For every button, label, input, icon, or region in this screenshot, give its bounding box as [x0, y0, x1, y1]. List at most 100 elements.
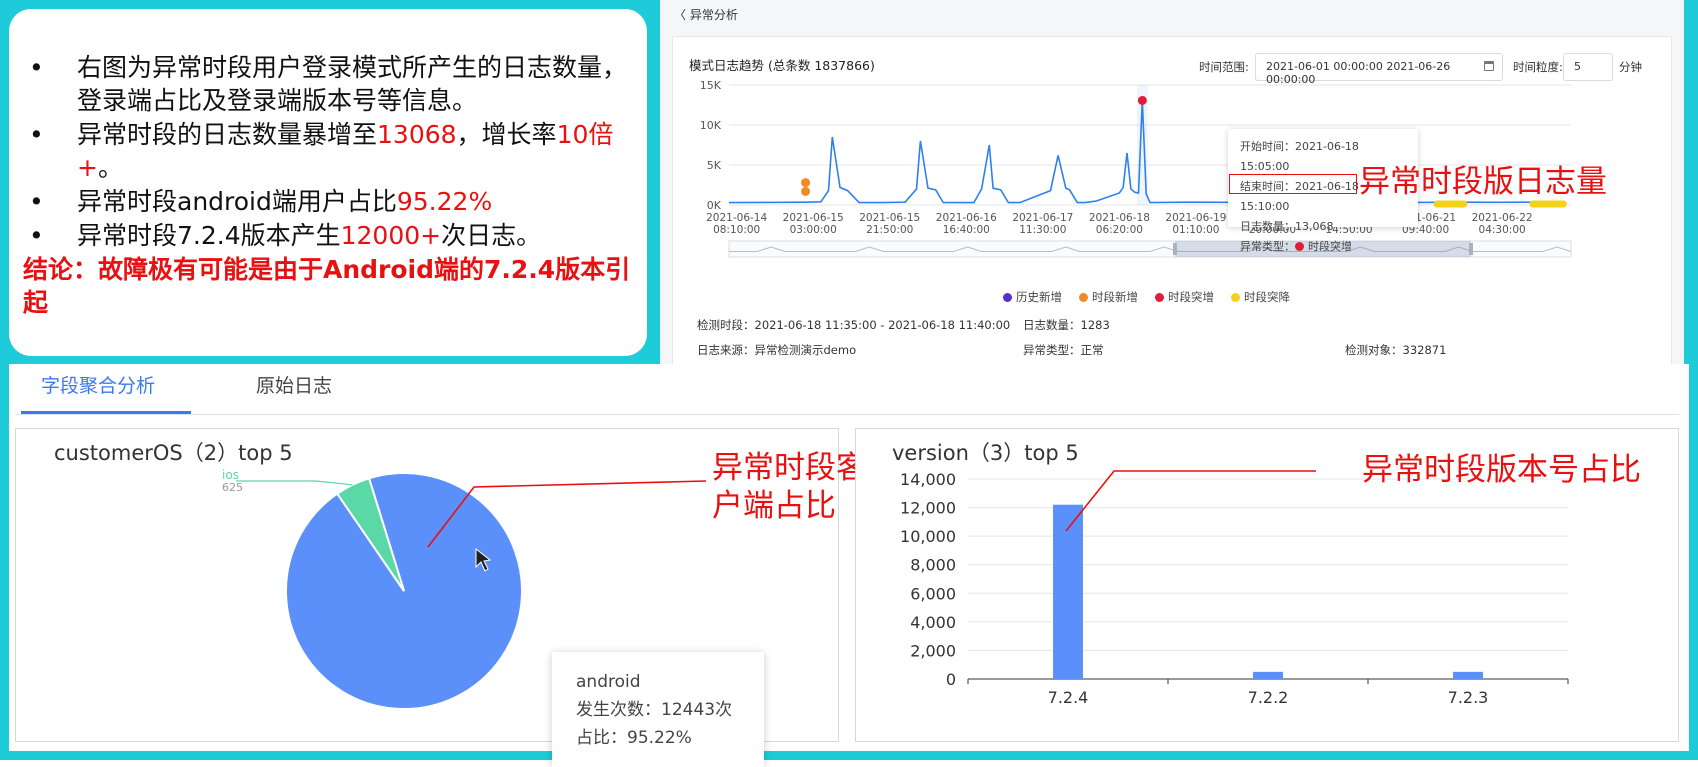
highlight-box	[1229, 174, 1357, 194]
bullet-text: 异常时段的日志数量暴增至	[77, 120, 378, 149]
legend-dot	[1231, 293, 1240, 302]
x-tick-label: 2021-06-16	[936, 212, 997, 224]
x-tick-label: 7.2.3	[1448, 688, 1489, 707]
surge-dot	[1295, 242, 1304, 251]
legend-label: 时段突降	[1244, 290, 1290, 304]
summary-bullet: 异常时段7.2.4版本产生12000+次日志。	[23, 219, 637, 252]
slider-handle-left	[1173, 243, 1177, 255]
tab-field-aggregation[interactable]: 字段聚合分析	[41, 371, 155, 398]
y-tick-label: 0K	[707, 199, 722, 212]
active-tab-indicator	[21, 411, 191, 414]
x-tick-label: 2021-06-22	[1472, 212, 1533, 224]
conclusion-text: 结论：故障极有可能是由于Android端的7.2.4版本引起	[23, 255, 631, 317]
pie-tooltip: android 发生次数：12443次 占比：95.22%	[552, 652, 764, 767]
log-source: 日志来源：异常检测演示demo	[697, 343, 857, 357]
tooltip-type-label: 异常类型：	[1240, 240, 1295, 253]
client-share-annotation-2: 户端占比	[712, 488, 836, 524]
bullet-text: ，增长率	[456, 120, 557, 149]
legend-item-period-drop[interactable]: 时段突降	[1231, 289, 1290, 305]
trend-card: 模式日志趋势 (总条数 1837866) 时间范围: 2021-06-01 00…	[672, 36, 1672, 366]
bullet-text: 异常时段android端用户占比	[77, 187, 397, 216]
y-tick-label: 15K	[700, 79, 722, 92]
y-tick-label: 10K	[700, 119, 722, 132]
pie-tooltip-ratio: 占比：95.22%	[576, 728, 692, 748]
summary-bullet: 异常时段的日志数量暴增至13068，增长率10倍+。	[23, 118, 637, 184]
x-tick-label: 2021-06-18	[1089, 212, 1150, 224]
legend-label: 历史新增	[1016, 290, 1062, 304]
y-tick-label: 4,000	[910, 613, 956, 632]
log-volume-annotation: 异常时段版日志量	[1359, 164, 1607, 200]
tab-bar: 字段聚合分析 原始日志	[15, 364, 1679, 415]
detect-period: 检测时段：2021-06-18 11:35:00 - 2021-06-18 11…	[697, 318, 1011, 332]
y-tick-label: 5K	[707, 159, 722, 172]
legend-label: 时段突增	[1168, 290, 1214, 304]
tooltip-count: 日志数量：13,068	[1240, 220, 1334, 233]
legend-dot	[1079, 293, 1088, 302]
customeros-card: customerOS（2）top 5 ios62512443 异常时段客 户端占…	[15, 428, 867, 767]
annotation-pointer	[1065, 470, 1316, 532]
x-tick-label: 04:30:00	[1479, 224, 1526, 236]
bullet-text: 异常时段7.2.4版本产生	[77, 221, 341, 250]
version-share-annotation: 异常时段版本号占比	[1362, 452, 1641, 488]
x-tick-label: 08:10:00	[713, 224, 760, 236]
x-tick-label: 2021-06-15	[783, 212, 844, 224]
x-tick-label: 21:50:00	[866, 224, 913, 236]
x-tick-label: 06:20:00	[1096, 224, 1143, 236]
ios-leader-line	[236, 480, 353, 486]
summary-bullet: 右图为异常时段用户登录模式所产生的日志数量，登录端占比及登录端版本号等信息。	[23, 51, 637, 117]
x-tick-label: 16:40:00	[943, 224, 990, 236]
x-tick-label: 2021-06-17	[1012, 212, 1073, 224]
anomaly-type: 异常类型：正常	[1023, 343, 1104, 357]
y-tick-label: 6,000	[910, 584, 956, 603]
x-tick-label: 01:10:00	[1172, 224, 1219, 236]
y-tick-label: 14,000	[900, 470, 956, 489]
x-tick-label: 2021-06-19	[1165, 212, 1226, 224]
anomaly-marker	[801, 186, 811, 196]
x-tick-label: 11:30:00	[1019, 224, 1066, 236]
slider-handle-right	[1469, 243, 1473, 255]
y-tick-label: 12,000	[900, 499, 956, 518]
version-card: version（3）top 5 0 2,000 4,000 6,000 8,000 10,…	[855, 428, 1679, 742]
ios-label: ios	[222, 468, 239, 482]
summary-bullets: 右图为异常时段用户登录模式所产生的日志数量，登录端占比及登录端版本号等信息。 异…	[23, 51, 637, 252]
tab-raw-logs[interactable]: 原始日志	[256, 371, 332, 398]
y-tick-label: 2,000	[910, 641, 956, 660]
field-analysis-panel: 字段聚合分析 原始日志 customerOS（2）top 5 ios625124…	[9, 364, 1689, 767]
tooltip-type: 异常类型： 时段突增	[1240, 237, 1406, 257]
legend-item-history-new[interactable]: 历史新增	[1003, 289, 1062, 305]
ios-value-label: 625	[222, 481, 243, 494]
summary-bullet: 异常时段android端用户占比95.22%	[23, 185, 637, 218]
bullet-highlight: 13068	[377, 120, 457, 149]
bullet-text: 右图为异常时段用户登录模式所产生的日志数量，登录端占比及登录端版本号等信息。	[77, 53, 628, 115]
anomaly-marker	[1137, 95, 1147, 105]
legend-dot	[1003, 293, 1012, 302]
x-tick-label: 03:00:00	[790, 224, 837, 236]
tooltip-type-value: 时段突增	[1308, 240, 1352, 253]
legend-item-period-surge[interactable]: 时段突增	[1155, 289, 1214, 305]
bullet-highlight: 95.22%	[396, 187, 493, 216]
bar	[1453, 671, 1483, 679]
y-tick-label: 8,000	[910, 556, 956, 575]
bar	[1253, 671, 1283, 679]
detect-object: 检测对象：332871	[1345, 343, 1447, 357]
anomaly-marker	[801, 178, 811, 188]
y-tick-label: 0	[946, 670, 956, 689]
legend-dot	[1155, 293, 1164, 302]
meta-log-count: 日志数量：1283	[1023, 318, 1110, 332]
pie-tooltip-name: android	[576, 672, 641, 692]
legend-item-period-new[interactable]: 时段新增	[1079, 289, 1138, 305]
x-tick-label: 7.2.2	[1248, 688, 1289, 707]
bar	[1053, 504, 1083, 679]
bullet-highlight: 12000+	[340, 221, 442, 250]
pie-tooltip-count: 发生次数：12443次	[576, 700, 733, 720]
client-share-annotation-1: 异常时段客	[712, 450, 867, 486]
bullet-text: 。	[97, 153, 123, 182]
back-link[interactable]: 〈 异常分析	[674, 6, 738, 23]
bullet-text: 次日志。	[441, 221, 542, 250]
trend-panel: 〈 异常分析 模式日志趋势 (总条数 1837866) 时间范围: 2021-0…	[660, 0, 1684, 366]
legend-label: 时段新增	[1092, 290, 1138, 304]
y-tick-label: 10,000	[900, 527, 956, 546]
x-tick-label: 2021-06-14	[706, 212, 767, 224]
x-tick-label: 2021-06-15	[859, 212, 920, 224]
x-tick-label: 7.2.4	[1048, 688, 1089, 707]
